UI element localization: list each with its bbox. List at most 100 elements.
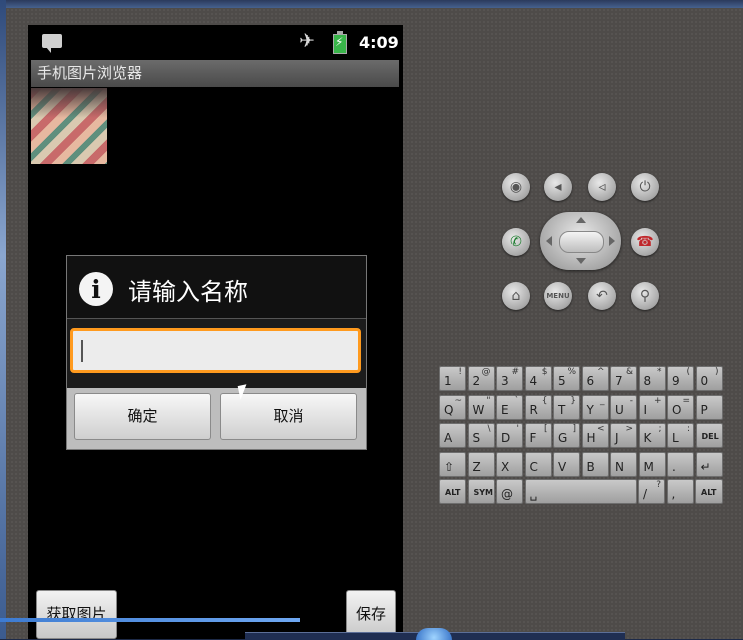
key-3-9[interactable]: ↵ [695, 452, 723, 477]
dialog-title: 请输入名称 [128, 278, 248, 306]
dpad-down-icon[interactable] [576, 258, 586, 264]
key-2-7[interactable]: K; [638, 423, 666, 448]
key-0-6[interactable]: 7 & [610, 366, 637, 391]
key-0-2[interactable]: 3 # [496, 366, 523, 391]
key-alt-label: < [596, 424, 605, 434]
dpad-center-button[interactable] [559, 231, 604, 253]
key-3-7[interactable]: M [638, 452, 666, 477]
key-label: 2 [472, 374, 481, 388]
key-alt-label: ` [514, 396, 520, 406]
call-icon[interactable]: ✆ [502, 228, 530, 256]
key-label: H [586, 431, 596, 445]
key-4-2[interactable]: @ [496, 479, 523, 504]
dpad-right-icon[interactable] [609, 236, 615, 246]
key-alt-label: + [653, 396, 662, 406]
key-2-9[interactable]: DEL [695, 423, 723, 448]
key-1-3[interactable]: R{ [524, 395, 552, 420]
key-1-4[interactable]: T} [553, 395, 580, 420]
key-0-0[interactable]: 1! [439, 366, 466, 391]
key-0-1[interactable]: 2 @ [467, 366, 495, 391]
key-1-5[interactable]: Y _ [581, 395, 609, 420]
key-alt-label: * [657, 367, 662, 377]
key-3-6[interactable]: N [610, 452, 637, 477]
key-4-0[interactable]: ALT [439, 479, 466, 504]
key-4-6[interactable]: ALT [695, 479, 723, 504]
power-icon[interactable]: ⏻ [631, 173, 659, 201]
key-2-3[interactable]: F[ [524, 423, 552, 448]
key-3-1[interactable]: Z [467, 452, 495, 477]
key-label: L [672, 431, 679, 445]
key-3-5[interactable]: B [581, 452, 609, 477]
name-input[interactable] [70, 328, 361, 373]
key-label: I [643, 403, 648, 417]
key-label: A [444, 431, 453, 445]
key-alt-label: $ [541, 367, 548, 377]
key-2-1[interactable]: S \ [467, 423, 495, 448]
key-4-3[interactable]: ␣ [524, 479, 637, 504]
key-1-9[interactable]: P [695, 395, 723, 420]
key-label: SYM [473, 488, 494, 497]
dpad-up-icon[interactable] [576, 217, 586, 223]
key-label: R [529, 403, 538, 417]
key-0-3[interactable]: 4 $ [524, 366, 552, 391]
key-3-8[interactable]: . [667, 452, 694, 477]
key-2-4[interactable]: G] [553, 423, 580, 448]
key-label: . [672, 460, 676, 474]
key-label: B [586, 460, 595, 474]
camera-icon[interactable]: ◉ [502, 173, 530, 201]
key-3-4[interactable]: V [553, 452, 580, 477]
text-caret [81, 340, 83, 362]
key-2-6[interactable]: J > [610, 423, 637, 448]
key-label: M [643, 460, 654, 474]
start-orb[interactable] [416, 628, 452, 640]
key-2-8[interactable]: L: [667, 423, 694, 448]
key-label: P [700, 403, 708, 417]
cancel-button[interactable]: 取消 [220, 393, 357, 440]
key-1-7[interactable]: I + [638, 395, 666, 420]
key-alt-label: ( [686, 367, 690, 377]
get-image-button[interactable]: 获取图片 [36, 590, 117, 639]
key-label: / [643, 487, 648, 501]
key-label: ␣ [529, 487, 538, 501]
key-0-5[interactable]: 6 ^ [581, 366, 609, 391]
status-time: 4:09 [359, 33, 399, 52]
menu-icon[interactable]: MENU [544, 282, 572, 310]
key-1-8[interactable]: O = [667, 395, 694, 420]
key-0-4[interactable]: 5% [553, 366, 580, 391]
dpad[interactable] [540, 212, 621, 270]
key-label: X [501, 460, 510, 474]
key-4-1[interactable]: SYM [467, 479, 495, 504]
app-title: 手机图片浏览器 [31, 60, 399, 87]
end-call-icon[interactable]: ☎ [631, 228, 659, 256]
key-0-7[interactable]: 8 * [638, 366, 666, 391]
key-1-6[interactable]: U- [610, 395, 637, 420]
key-3-0[interactable]: ⇧ [439, 452, 466, 477]
image-thumbnail[interactable] [31, 88, 107, 164]
key-alt-label: ^ [596, 367, 605, 377]
key-4-5[interactable]: , [666, 479, 694, 504]
key-4-4[interactable]: /? [638, 479, 665, 504]
key-alt-label: ~ [454, 396, 462, 406]
volume-down-icon[interactable]: ◂ [544, 173, 572, 201]
key-3-2[interactable]: X [496, 452, 523, 477]
key-2-2[interactable]: D ' [496, 423, 523, 448]
key-1-0[interactable]: Q ~ [439, 395, 466, 420]
ok-button[interactable]: 确定 [74, 393, 211, 440]
key-label: 4 [529, 374, 538, 388]
key-alt-label: ! [458, 367, 462, 377]
search-icon[interactable]: ⚲ [631, 282, 659, 310]
key-2-0[interactable]: A [439, 423, 466, 448]
home-icon[interactable]: ⌂ [502, 282, 530, 310]
key-0-9[interactable]: 0) [695, 366, 723, 391]
key-1-2[interactable]: E ` [496, 395, 523, 420]
key-label: 1 [444, 374, 452, 388]
dpad-left-icon[interactable] [546, 236, 552, 246]
key-alt-label: \ [487, 424, 491, 434]
key-alt-label: ] [572, 424, 576, 434]
back-icon[interactable]: ↶ [588, 282, 616, 310]
key-0-8[interactable]: 9( [667, 366, 694, 391]
key-2-5[interactable]: H < [581, 423, 609, 448]
volume-up-icon[interactable]: ◃ [588, 173, 616, 201]
key-3-3[interactable]: C [524, 452, 552, 477]
key-1-1[interactable]: W " [467, 395, 495, 420]
